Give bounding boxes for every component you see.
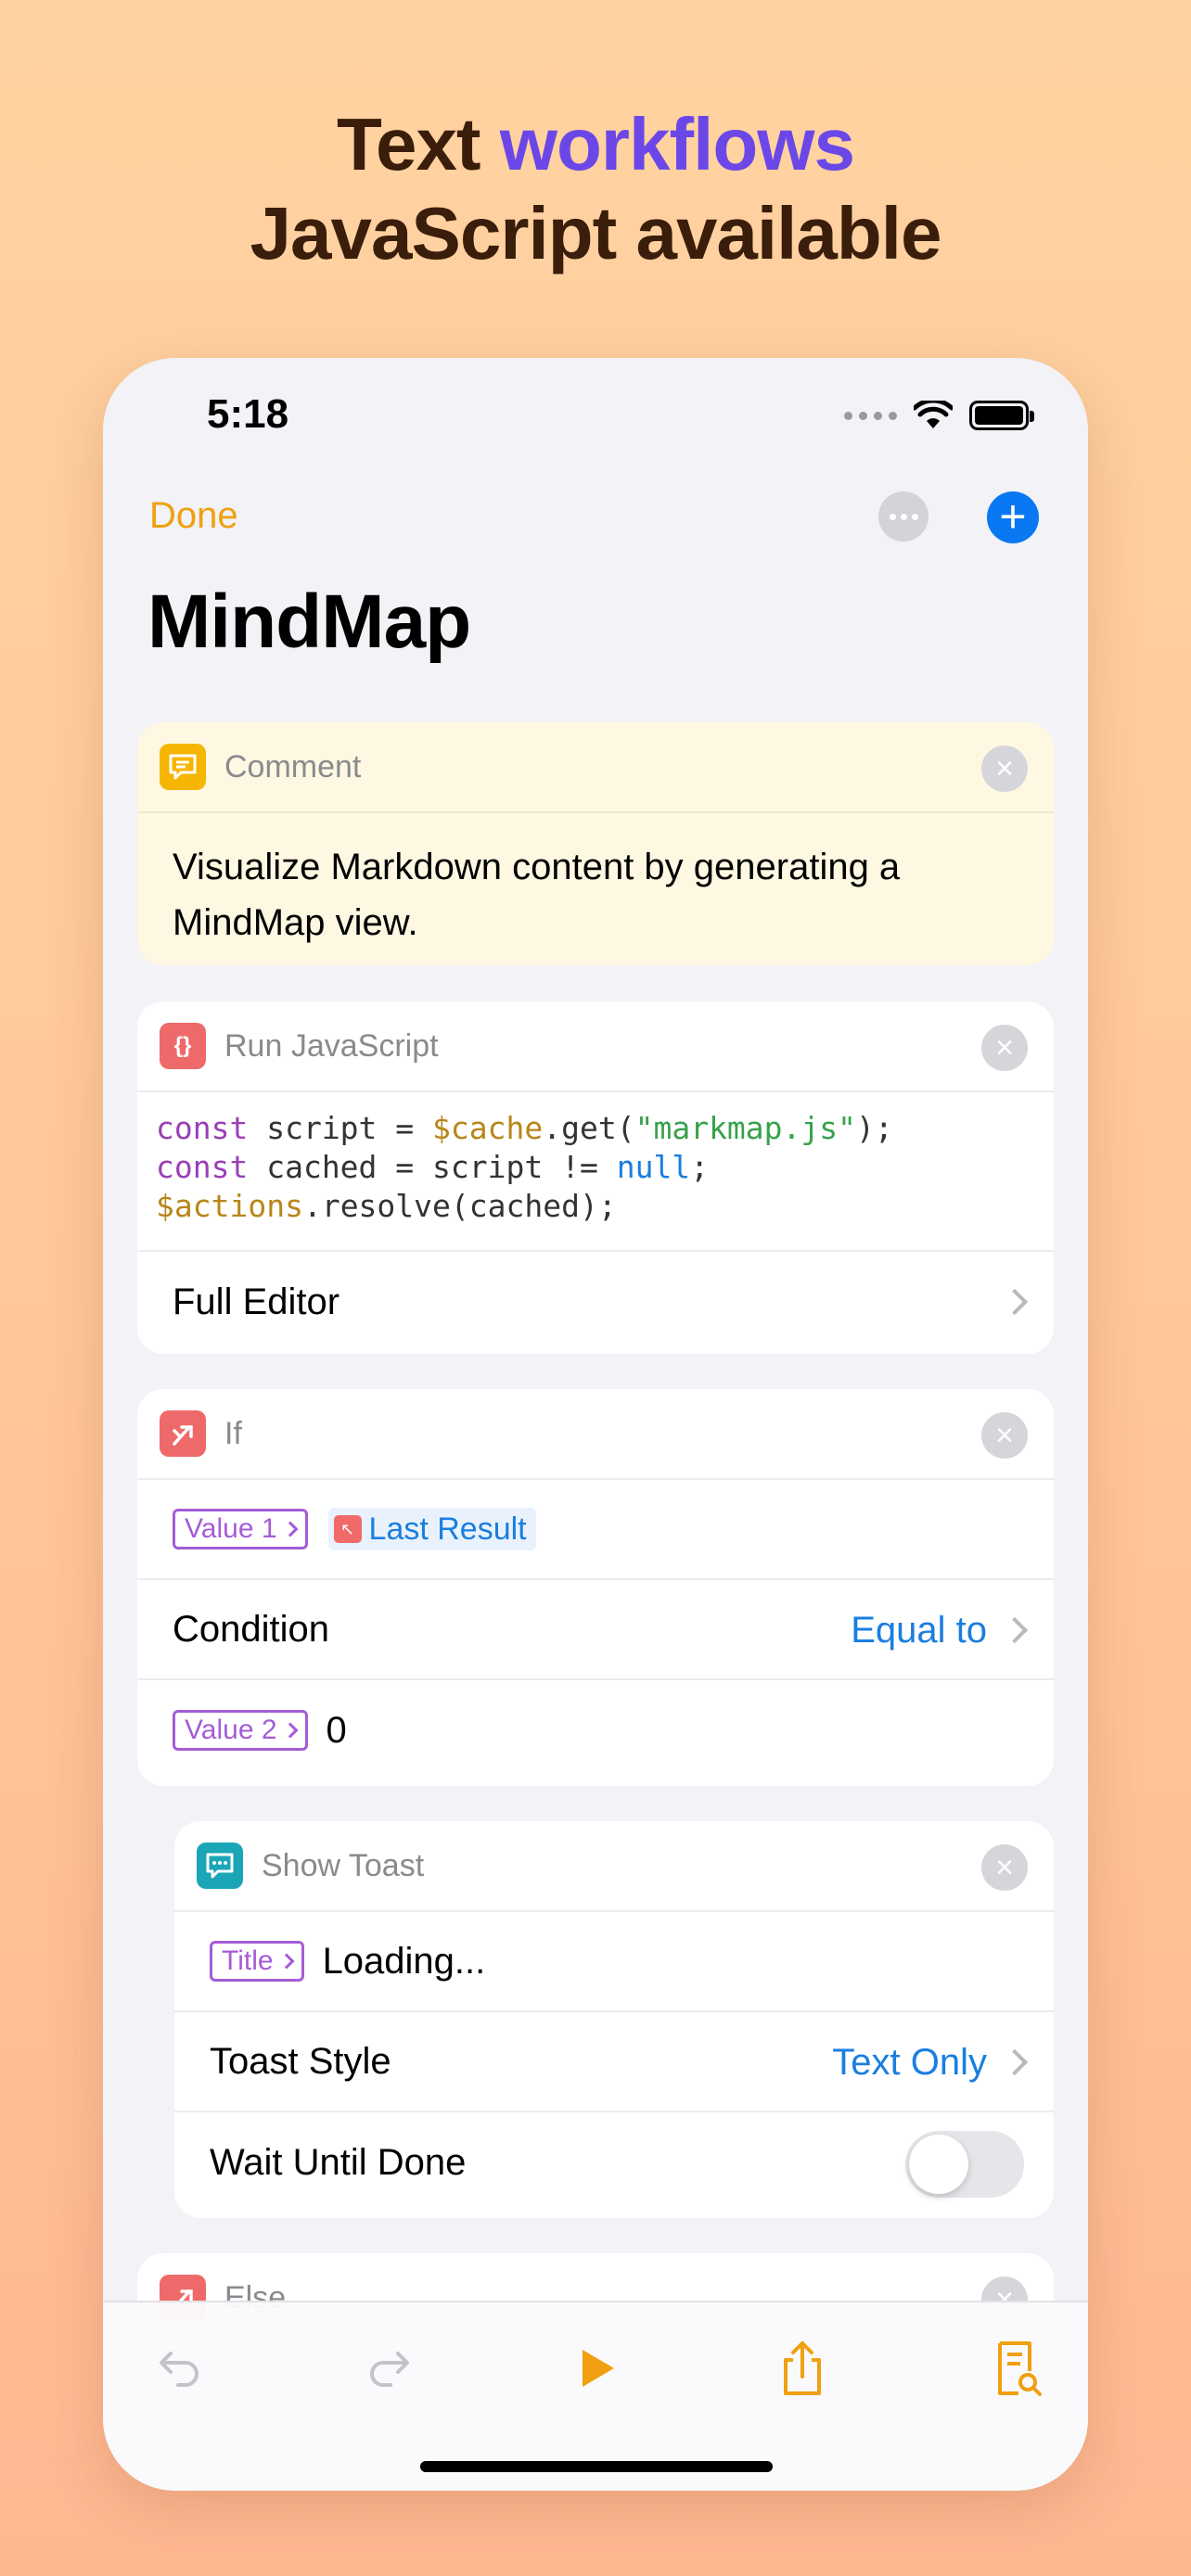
headline: Text workflows JavaScript available — [0, 100, 1191, 278]
chevron-right-icon — [1001, 2048, 1029, 2076]
full-editor-label: Full Editor — [173, 1281, 340, 1322]
card-header: {} Run JavaScript × — [137, 1001, 1054, 1092]
card-title: Run JavaScript — [224, 1027, 439, 1064]
share-icon[interactable] — [770, 2336, 835, 2401]
toast-title-input[interactable]: Loading... — [323, 1941, 486, 1983]
battery-icon — [969, 401, 1034, 430]
chevron-right-icon — [278, 1953, 295, 1970]
value-2-tag[interactable]: Value 2 — [173, 1710, 308, 1751]
remove-action-button[interactable]: × — [981, 746, 1028, 792]
card-header: Comment × — [137, 722, 1054, 813]
value-1-tag[interactable]: Value 1 — [173, 1509, 308, 1549]
card-title: Show Toast — [262, 1847, 425, 1883]
toast-title-row[interactable]: Title Loading... — [174, 1912, 1054, 2012]
headline-line-2: JavaScript available — [250, 192, 942, 274]
done-button[interactable]: Done — [149, 495, 238, 537]
card-title: If — [224, 1415, 242, 1451]
phone-screen: 5:18 Done + MindMap Comment × Visualize … — [103, 358, 1088, 2491]
card-header: Show Toast × — [174, 1821, 1054, 1912]
chevron-right-icon — [1001, 1288, 1029, 1316]
signal-dots-icon — [844, 411, 897, 420]
remove-action-button[interactable]: × — [981, 1844, 1028, 1891]
value-2-row[interactable]: Value 2 0 — [137, 1680, 1054, 1780]
toast-style-value: Text Only — [832, 2041, 987, 2083]
title-tag[interactable]: Title — [210, 1941, 304, 1982]
toast-style-row[interactable]: Toast Style Text Only — [174, 2012, 1054, 2112]
add-action-button[interactable]: + — [987, 491, 1039, 543]
comment-card[interactable]: Comment × Visualize Markdown content by … — [137, 722, 1054, 965]
chevron-right-icon — [282, 1722, 299, 1739]
wait-until-done-row: Wait Until Done — [174, 2112, 1054, 2213]
headline-line-1: Text workflows — [337, 103, 855, 185]
status-time: 5:18 — [207, 391, 289, 437]
message-bubble-icon — [197, 1843, 243, 1889]
last-result-variable[interactable]: ↖ Last Result — [327, 1508, 536, 1550]
chevron-right-icon — [1001, 1616, 1029, 1644]
full-editor-row[interactable]: Full Editor — [137, 1252, 1054, 1352]
undo-icon[interactable] — [146, 2336, 211, 2401]
show-toast-card[interactable]: Show Toast × Title Loading... Toast Styl… — [174, 1821, 1054, 2218]
status-icons — [844, 401, 1034, 430]
branch-icon — [160, 1410, 206, 1457]
wait-until-done-toggle[interactable] — [905, 2131, 1024, 2198]
document-search-icon[interactable] — [984, 2336, 1049, 2401]
play-icon[interactable] — [563, 2336, 628, 2401]
arrow-up-left-icon: ↖ — [333, 1515, 362, 1543]
page-title: MindMap — [147, 580, 471, 664]
toast-style-label: Toast Style — [210, 2040, 391, 2082]
comment-text[interactable]: Visualize Markdown content by generating… — [137, 813, 1054, 950]
wifi-icon — [914, 401, 953, 428]
redo-icon[interactable] — [358, 2336, 423, 2401]
wait-until-done-label: Wait Until Done — [210, 2141, 467, 2183]
remove-action-button[interactable]: × — [981, 1412, 1028, 1459]
javascript-card[interactable]: {} Run JavaScript × const script = $cach… — [137, 1001, 1054, 1354]
chevron-right-icon — [282, 1521, 299, 1537]
card-title: Comment — [224, 748, 362, 784]
condition-row[interactable]: Condition Equal to — [137, 1580, 1054, 1680]
if-card[interactable]: If × Value 1 ↖ Last Result Condition Equa… — [137, 1389, 1054, 1786]
more-options-button[interactable] — [878, 491, 928, 542]
home-indicator — [420, 2461, 773, 2472]
condition-label: Condition — [173, 1608, 330, 1650]
card-header: If × — [137, 1389, 1054, 1480]
value-1-row[interactable]: Value 1 ↖ Last Result — [137, 1480, 1054, 1580]
code-editor[interactable]: const script = $cache.get("markmap.js");… — [137, 1092, 1054, 1252]
condition-value: Equal to — [851, 1609, 987, 1651]
remove-action-button[interactable]: × — [981, 1025, 1028, 1071]
headline-accent: workflows — [499, 103, 855, 185]
braces-icon: {} — [160, 1023, 206, 1069]
comment-bubble-icon — [160, 744, 206, 790]
value-2-input[interactable]: 0 — [327, 1710, 347, 1752]
